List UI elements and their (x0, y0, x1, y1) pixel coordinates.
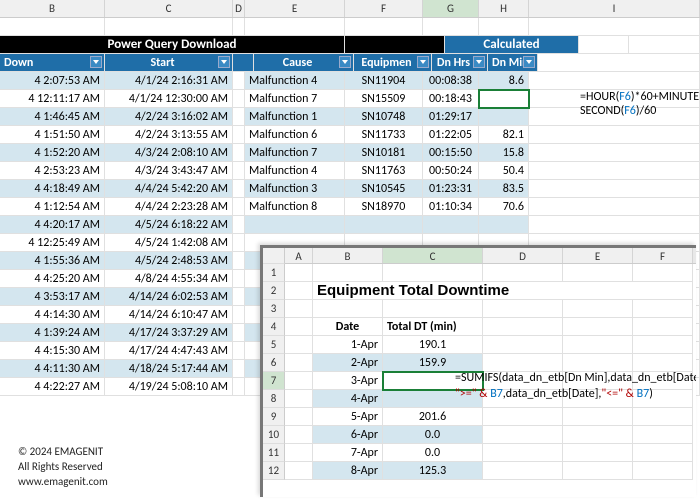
header-equipment[interactable]: Equipmen (354, 54, 432, 72)
filter-icon[interactable] (523, 56, 535, 68)
col-header[interactable]: E (563, 248, 633, 263)
table-row[interactable]: 4 12:11:17 AM4/1/24 12:30:00 AMMalfuncti… (0, 90, 700, 108)
filter-icon[interactable] (90, 56, 102, 68)
table-row[interactable]: 51-Apr190.1 (263, 336, 696, 354)
header-dn-hrs[interactable]: Dn Hrs (432, 54, 488, 72)
filter-icon[interactable] (218, 56, 230, 68)
col-header-selected[interactable]: C (383, 248, 483, 263)
column-headers: B C D E F G H I (0, 0, 700, 18)
table-header-row: Down Start Cause Equipmen Dn Hrs Dn Min (0, 54, 700, 72)
header-start[interactable]: Start (105, 54, 233, 72)
inset-sheet: A B C D E F 1 2Equipment Total Downtime … (260, 245, 696, 497)
header-cause[interactable]: Cause (254, 54, 354, 72)
table-row[interactable]: 4 1:46:45 AM4/2/24 3:16:02 AMMalfunction… (0, 108, 700, 126)
copyright-footer: © 2024 EMAGENIT All Rights Reserved www.… (18, 445, 108, 490)
col-header[interactable]: B (313, 248, 383, 263)
header-dn-min[interactable]: Dn Min (488, 54, 538, 72)
table-row[interactable]: 4 2:53:23 AM4/3/24 3:43:47 AMMalfunction… (0, 162, 700, 180)
inset-header-date: Date (313, 318, 383, 336)
col-header[interactable]: F (633, 248, 693, 263)
filter-icon[interactable] (417, 56, 429, 68)
table-row[interactable]: 128-Apr125.3 (263, 462, 696, 480)
col-header-selected[interactable]: G (423, 0, 479, 17)
power-query-title: Power Query Download (0, 36, 345, 54)
col-header[interactable]: D (483, 248, 563, 263)
table-row[interactable]: 95-Apr201.6 (263, 408, 696, 426)
calculated-title: Calculated (445, 36, 579, 54)
table-row[interactable]: 4 4:20:17 AM4/5/24 6:18:22 AM (0, 216, 700, 234)
col-header[interactable]: A (285, 248, 313, 263)
sumifs-formula: =SUMIFS(data_dn_etb[Dn Min],data_dn_etb[… (455, 370, 696, 402)
table-row[interactable]: 4 1:52:20 AM4/3/24 2:08:10 AMMalfunction… (0, 144, 700, 162)
table-row[interactable]: 117-Apr0.0 (263, 444, 696, 462)
col-header[interactable]: B (0, 0, 105, 17)
inset-header-total: Total DT (min) (383, 318, 483, 336)
table-row[interactable]: 4 1:51:50 AM4/2/24 3:13:55 AMMalfunction… (0, 126, 700, 144)
table-row[interactable]: 4 2:07:53 AM4/1/24 2:16:31 AMMalfunction… (0, 72, 700, 90)
col-header[interactable]: H (479, 0, 529, 17)
col-header[interactable]: C (105, 0, 233, 17)
col-header[interactable]: I (529, 0, 700, 17)
inset-title: Equipment Total Downtime (313, 282, 693, 300)
table-row[interactable]: 106-Apr0.0 (263, 426, 696, 444)
table-row[interactable]: 4 1:12:54 AM4/4/24 2:23:28 AMMalfunction… (0, 198, 700, 216)
col-header[interactable]: D (233, 0, 245, 17)
table-row[interactable]: 4 4:18:49 AM4/4/24 5:42:20 AMMalfunction… (0, 180, 700, 198)
filter-icon[interactable] (473, 56, 485, 68)
header-down[interactable]: Down (0, 54, 105, 72)
col-header[interactable]: F (345, 0, 423, 17)
col-header[interactable]: E (245, 0, 345, 17)
filter-icon[interactable] (339, 56, 351, 68)
